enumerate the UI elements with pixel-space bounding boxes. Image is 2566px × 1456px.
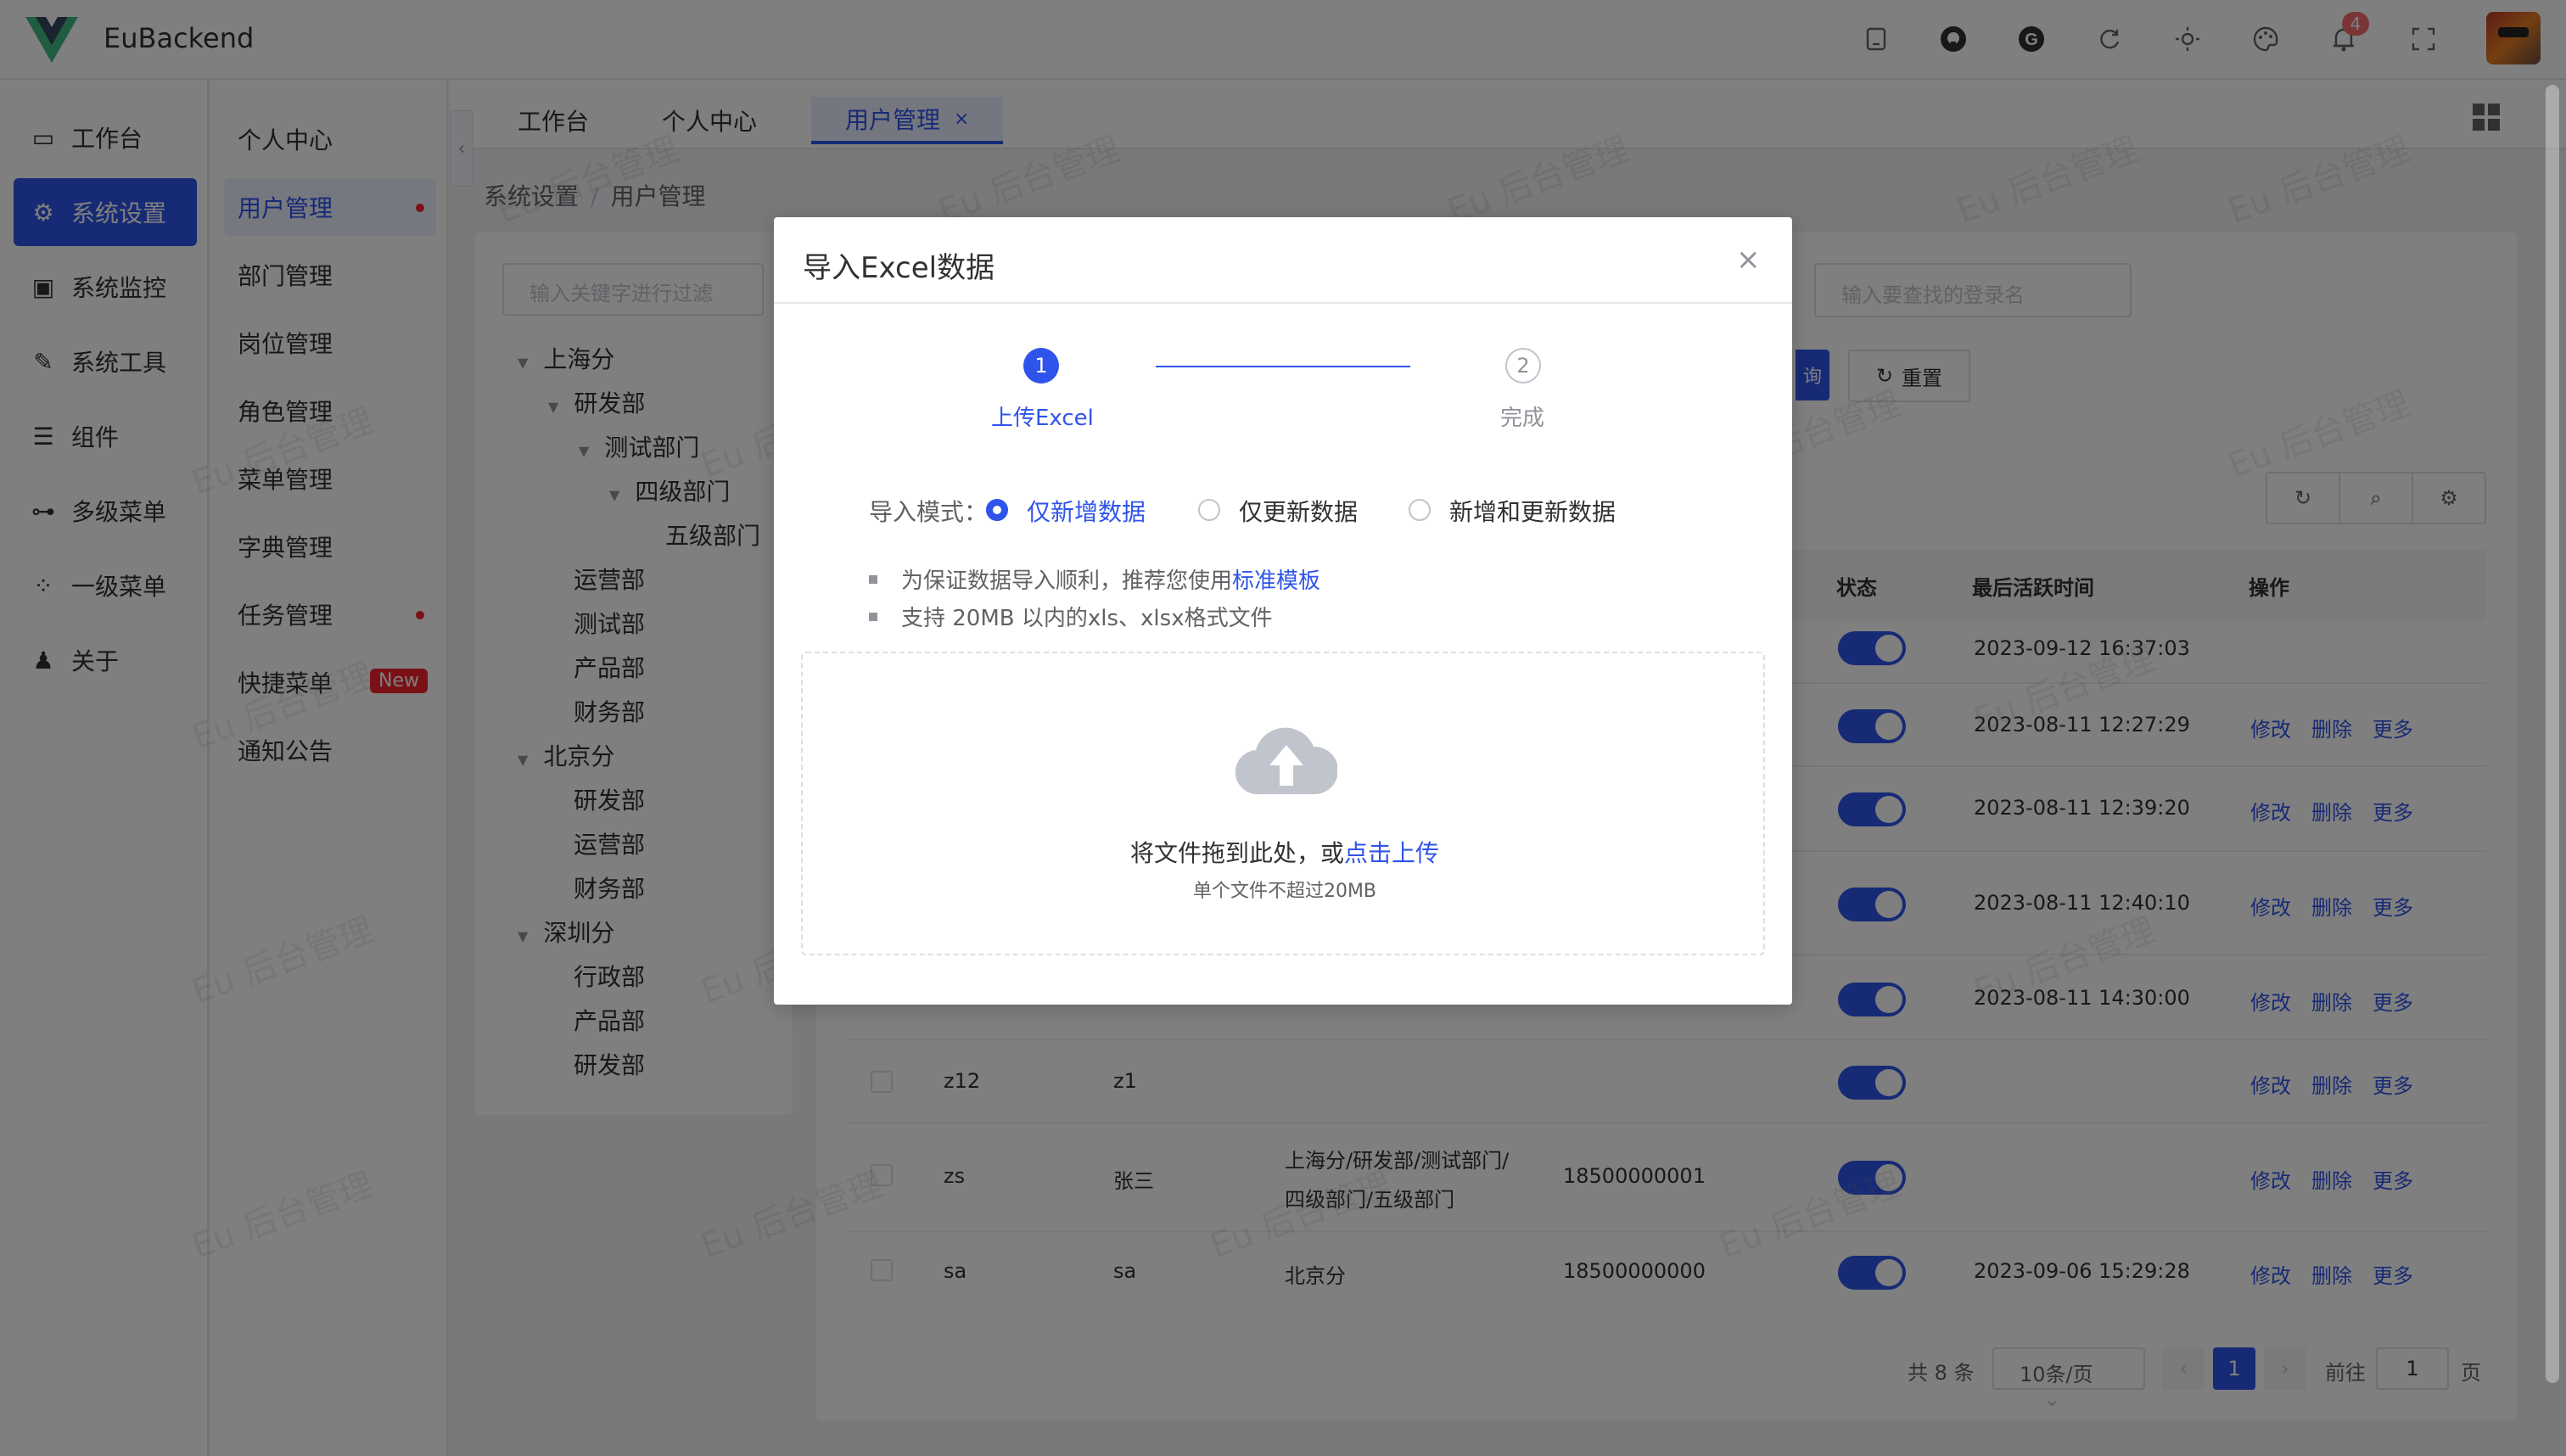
drop-text: 将文件拖到此处，或点击上传: [1129, 839, 1440, 867]
step-1-indicator: 1: [1023, 348, 1059, 384]
radio-update-only[interactable]: [1198, 499, 1220, 521]
step-2-label: 完成: [1500, 406, 1545, 431]
file-drop-zone[interactable]: 将文件拖到此处，或点击上传 单个文件不超过20MB: [801, 652, 1765, 955]
drop-subtext: 单个文件不超过20MB: [1192, 881, 1377, 902]
standard-template-link[interactable]: 标准模板: [1232, 563, 1320, 595]
import-mode-label: 导入模式：: [869, 498, 989, 526]
tip-file-limit: 支持 20MB 以内的xls、xlsx格式文件: [869, 601, 1273, 632]
dialog-title: 导入Excel数据: [803, 251, 995, 285]
page-scrollbar[interactable]: [2546, 85, 2559, 1383]
radio-update-only-label[interactable]: 仅更新数据: [1239, 494, 1358, 528]
step-connector: [1156, 366, 1410, 367]
dialog-divider: [774, 302, 1792, 304]
bullet-square: [869, 612, 877, 621]
close-icon[interactable]: ×: [1736, 243, 1761, 277]
tip-template: 为保证数据导入顺利，推荐您使用 标准模板: [869, 563, 1320, 595]
bullet-square: [869, 574, 877, 584]
radio-add-only-label[interactable]: 仅新增数据: [1027, 494, 1146, 528]
step-2-indicator: 2: [1505, 348, 1541, 384]
radio-add-only[interactable]: [986, 499, 1008, 521]
import-excel-dialog: 导入Excel数据 × 1 2 上传Excel 完成 导入模式： 仅新增数据 仅…: [774, 217, 1792, 1005]
cloud-upload-icon: [1235, 727, 1337, 795]
step-1-label: 上传Excel: [991, 406, 1094, 431]
radio-add-and-update[interactable]: [1409, 499, 1431, 521]
click-upload-link[interactable]: 点击上传: [1344, 839, 1439, 867]
radio-add-and-update-label[interactable]: 新增和更新数据: [1449, 494, 1616, 528]
